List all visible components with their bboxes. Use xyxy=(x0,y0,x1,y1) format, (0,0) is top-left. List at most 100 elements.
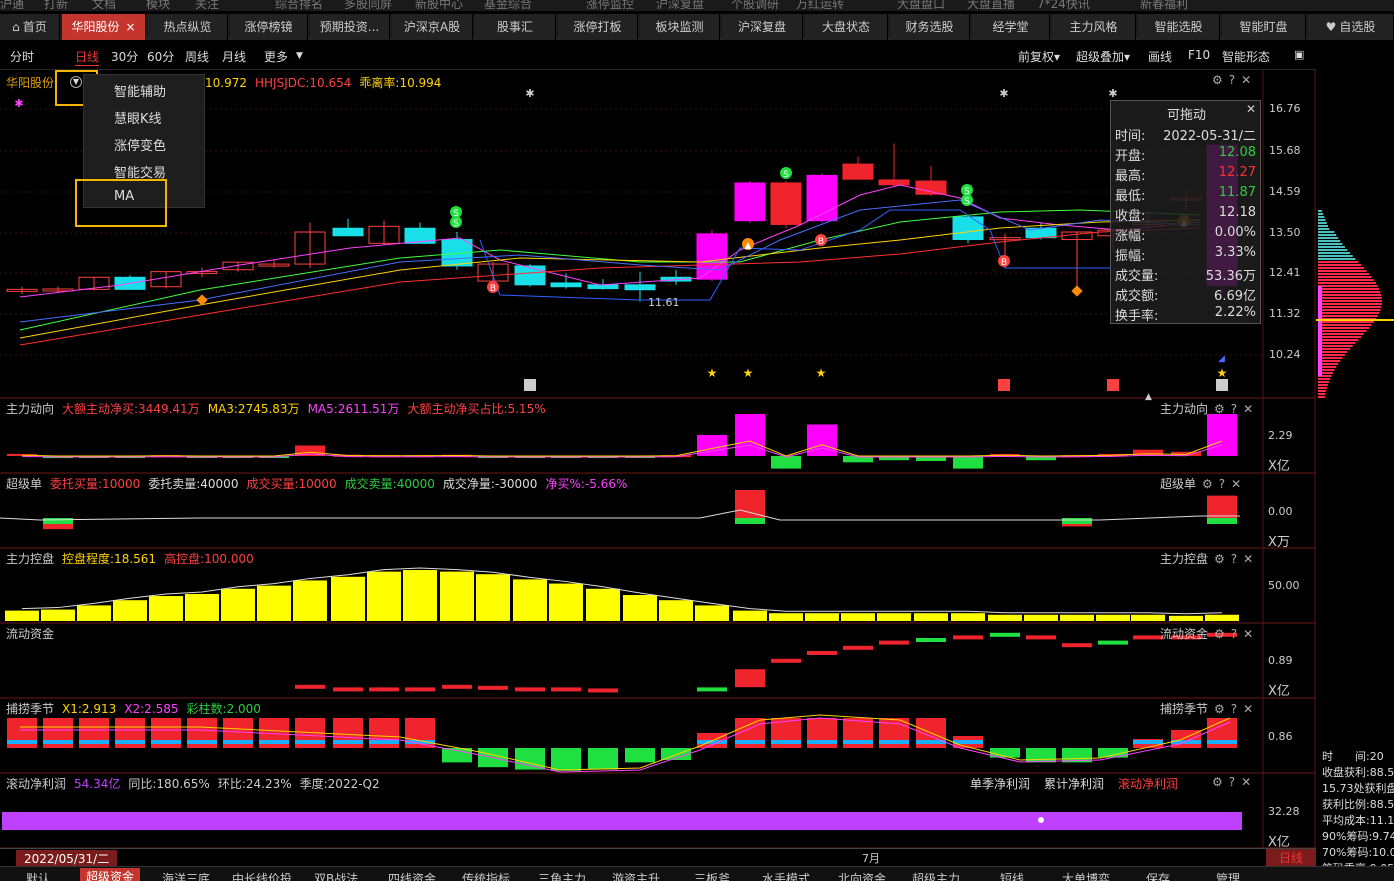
chart-tool-button[interactable]: 画线 xyxy=(1148,48,1172,65)
star-icon[interactable]: ★ xyxy=(743,366,754,380)
nav-tab[interactable]: 财务选股 xyxy=(890,14,970,40)
nav-tab[interactable]: 智能选股 xyxy=(1138,14,1220,40)
bottom-tab[interactable]: 海洋三底 xyxy=(162,870,210,881)
settings-icon[interactable]: ⚙ xyxy=(1212,775,1223,789)
nav-tab[interactable]: 涨停榜镜 xyxy=(230,14,308,40)
help-icon[interactable]: ? xyxy=(1229,73,1235,87)
star-icon[interactable]: ★ xyxy=(707,366,718,380)
bottom-tab[interactable]: 北向资金 xyxy=(838,870,886,881)
dropdown-item[interactable]: 慧眼K线 xyxy=(114,108,162,127)
close-icon[interactable]: ✕ xyxy=(1246,102,1256,116)
bottom-tab[interactable]: 管理 xyxy=(1216,870,1240,881)
settings-icon[interactable]: ⚙ xyxy=(1214,402,1225,416)
event-flag-icon[interactable] xyxy=(998,379,1010,391)
window-icon[interactable]: ▣ xyxy=(1294,48,1304,61)
nav-tab[interactable]: 智能盯盘 xyxy=(1222,14,1306,40)
close-icon[interactable]: ✕ xyxy=(1231,477,1241,491)
chart-tool-button[interactable]: F10 xyxy=(1188,48,1210,62)
period-option[interactable]: 周线 xyxy=(185,48,209,65)
chart-tool-button[interactable]: 超级叠加▾ xyxy=(1076,48,1130,65)
close-icon[interactable]: ✕ xyxy=(1243,702,1253,716)
period-option[interactable]: 更多 xyxy=(264,48,288,65)
top-menu-item[interactable]: 模块 xyxy=(146,0,170,11)
nav-tab[interactable]: 大盘状态 xyxy=(805,14,888,40)
candle[interactable] xyxy=(332,227,364,237)
candle[interactable] xyxy=(734,182,766,222)
event-flag-icon[interactable] xyxy=(1107,379,1119,391)
top-menu-item[interactable]: 基金综合 xyxy=(484,0,532,11)
dropdown-item[interactable]: 智能辅助 xyxy=(114,81,166,100)
top-menu-item[interactable]: 万红运转 xyxy=(796,0,844,11)
settings-icon[interactable]: ⚙ xyxy=(1212,73,1223,87)
top-menu-item[interactable]: 打新 xyxy=(44,0,68,11)
close-icon[interactable]: ✕ xyxy=(1243,552,1253,566)
candle-info-box[interactable]: 可拖动 ✕ 时间: 2022-05-31/二 开盘: 12.08 最高: 12.27 最低: 11… xyxy=(1110,100,1261,324)
top-menu-item[interactable]: 沪通 xyxy=(0,0,24,11)
chart-tool-button[interactable]: 前复权▾ xyxy=(1018,48,1060,65)
event-flag-icon[interactable] xyxy=(1216,379,1228,391)
close-icon[interactable]: ✕ xyxy=(1243,627,1253,641)
bottom-tab[interactable]: 默认 xyxy=(26,870,50,881)
candle[interactable] xyxy=(514,265,546,286)
top-menu-item[interactable]: 新春福利 xyxy=(1140,0,1188,11)
close-icon[interactable]: ✕ xyxy=(1241,73,1251,87)
top-menu-item[interactable]: 关注 xyxy=(195,0,219,11)
top-menu-item[interactable]: 综合排名 xyxy=(275,0,323,11)
close-icon[interactable]: × xyxy=(125,20,135,34)
nav-tab[interactable]: 涨停打板 xyxy=(558,14,638,40)
top-menu-item[interactable]: 新股中心 xyxy=(415,0,463,11)
profit-type-tab[interactable]: 累计净利润 xyxy=(1044,777,1104,791)
candle[interactable] xyxy=(952,216,984,241)
nav-tab[interactable]: ⌂ 首页 xyxy=(0,14,60,40)
top-menu-item[interactable]: 个股调研 xyxy=(731,0,779,11)
star-icon[interactable]: ★ xyxy=(1217,366,1228,380)
nav-tab[interactable]: 预期投资... xyxy=(310,14,390,40)
help-icon[interactable]: ? xyxy=(1231,552,1237,566)
help-icon[interactable]: ? xyxy=(1231,702,1237,716)
period-option[interactable]: 日线 xyxy=(75,48,100,66)
nav-tab[interactable]: 主力风格 xyxy=(1052,14,1136,40)
profit-type-tab[interactable]: 单季净利润 xyxy=(970,777,1030,791)
settings-icon[interactable]: ⚙ xyxy=(1214,627,1225,641)
bottom-tab[interactable]: 超级资金 xyxy=(80,868,141,881)
bottom-tab[interactable]: 三板斧 xyxy=(694,870,730,881)
period-option[interactable]: 30分 xyxy=(111,48,138,65)
candle[interactable] xyxy=(624,284,656,291)
bottom-tab[interactable]: 短线 xyxy=(1000,870,1024,881)
bottom-tab[interactable]: 游资主升 xyxy=(612,870,660,881)
settings-icon[interactable]: ⚙ xyxy=(1202,477,1213,491)
candle[interactable] xyxy=(770,182,802,225)
period-badge[interactable]: 日线 xyxy=(1266,849,1316,866)
help-icon[interactable]: ? xyxy=(1229,775,1235,789)
top-menu-item[interactable]: 大盘盘口 xyxy=(897,0,945,11)
candle[interactable] xyxy=(696,233,728,280)
bottom-tab[interactable]: 超级主力 xyxy=(912,870,960,881)
bottom-tab[interactable]: 大单博弈 xyxy=(1062,870,1110,881)
nav-tab[interactable]: 热点纵览 xyxy=(148,14,228,40)
candle[interactable] xyxy=(587,284,619,290)
bottom-tab[interactable]: 三角主力 xyxy=(538,870,586,881)
close-icon[interactable]: ✕ xyxy=(1241,775,1251,789)
top-menu-item[interactable]: 沪深复盘 xyxy=(656,0,704,11)
bottom-tab[interactable]: 中长线价投 xyxy=(232,870,292,881)
close-icon[interactable]: ✕ xyxy=(1243,402,1253,416)
nav-tab[interactable]: 沪深京A股 xyxy=(392,14,473,40)
top-menu-item[interactable]: 大盘直播 xyxy=(967,0,1015,11)
settings-icon[interactable]: ⚙ xyxy=(1214,702,1225,716)
period-option[interactable]: 60分 xyxy=(147,48,174,65)
candle[interactable] xyxy=(550,282,582,288)
event-flag-icon[interactable] xyxy=(524,379,536,391)
nav-tab[interactable]: 经学堂 xyxy=(972,14,1050,40)
period-option[interactable]: 月线 xyxy=(222,48,246,65)
top-menu-item[interactable]: 涨停监控 xyxy=(586,0,634,11)
top-menu-item[interactable]: 文档 xyxy=(92,0,116,11)
bottom-tab[interactable]: 水手模式 xyxy=(762,870,810,881)
nav-tab[interactable]: 华阳股份 × xyxy=(62,14,146,40)
nav-tab[interactable]: 沪深复盘 xyxy=(722,14,803,40)
settings-icon[interactable]: ⚙ xyxy=(1214,552,1225,566)
help-icon[interactable]: ? xyxy=(1231,402,1237,416)
bottom-tab[interactable]: 保存 xyxy=(1146,870,1170,881)
top-menu-item[interactable]: 7*24快讯 xyxy=(1037,0,1090,11)
candle[interactable] xyxy=(842,163,874,180)
candle[interactable] xyxy=(878,179,910,186)
